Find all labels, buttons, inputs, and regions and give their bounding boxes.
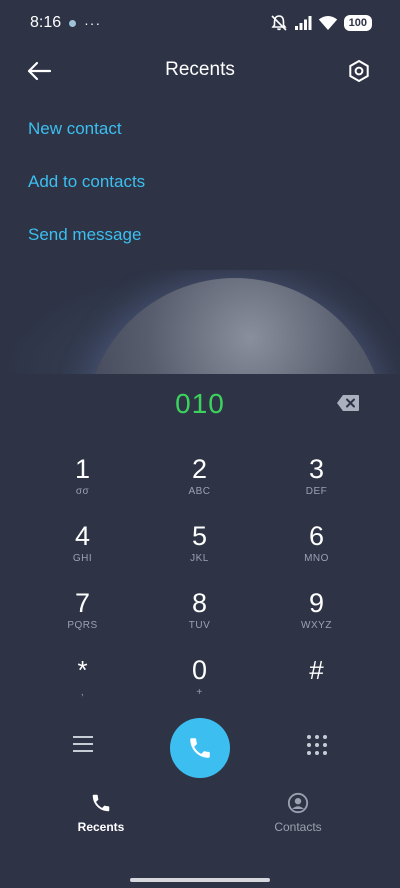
key-digit: 2	[191, 454, 208, 484]
key-letters: WXYZ	[301, 620, 332, 631]
settings-button[interactable]	[344, 56, 374, 86]
key-hash[interactable]: #	[258, 653, 375, 720]
dialer-screen: 8:16 ··· 100 Recents New contact Add to …	[0, 0, 400, 888]
key-digit: 5	[191, 521, 208, 551]
key-2[interactable]: 2 ABC	[141, 452, 258, 519]
dial-controls	[0, 716, 400, 778]
key-5[interactable]: 5 JKL	[141, 519, 258, 586]
add-to-contacts-link[interactable]: Add to contacts	[28, 163, 372, 216]
battery-indicator: 100	[343, 15, 372, 31]
key-digit: 8	[191, 588, 208, 618]
menu-icon[interactable]	[72, 734, 94, 754]
key-1[interactable]: 1 σσ	[24, 452, 141, 519]
key-star[interactable]: * ,	[24, 653, 141, 720]
key-3[interactable]: 3 DEF	[258, 452, 375, 519]
key-digit: 1	[74, 454, 91, 484]
key-letters: TUV	[188, 620, 211, 631]
back-button[interactable]	[24, 56, 54, 86]
status-left: 8:16 ···	[30, 14, 101, 32]
key-9[interactable]: 9 WXYZ	[258, 586, 375, 653]
key-7[interactable]: 7 PQRS	[24, 586, 141, 653]
key-letters: ABC	[188, 486, 211, 497]
key-digit: *	[77, 655, 88, 685]
key-8[interactable]: 8 TUV	[141, 586, 258, 653]
key-digit: 9	[308, 588, 325, 618]
key-letters: DEF	[305, 486, 328, 497]
key-letters: MNO	[304, 553, 329, 564]
key-letters: +	[196, 687, 203, 698]
page-title: Recents	[165, 59, 235, 80]
background-artwork	[0, 270, 400, 374]
key-letters: JKL	[190, 553, 209, 564]
dialpad-toggle-icon[interactable]	[306, 734, 328, 756]
send-message-link[interactable]: Send message	[28, 216, 372, 269]
key-letters: ,	[80, 687, 85, 698]
key-4[interactable]: 4 GHI	[24, 519, 141, 586]
status-bar: 8:16 ··· 100	[0, 0, 400, 46]
notification-icon	[69, 19, 77, 27]
key-6[interactable]: 6 MNO	[258, 519, 375, 586]
more-notifications-icon: ···	[84, 15, 102, 31]
call-button[interactable]	[170, 718, 230, 778]
globe-image	[85, 278, 385, 374]
key-digit: 7	[74, 588, 91, 618]
key-digit: #	[309, 655, 324, 685]
keypad: 1 σσ 2 ABC 3 DEF 4 GHI 5 JKL 6 MNO 7 PQR…	[24, 452, 376, 720]
key-letters: PQRS	[67, 620, 98, 631]
gear-icon	[349, 59, 369, 83]
signal-icon	[294, 16, 312, 30]
home-indicator[interactable]	[130, 878, 270, 882]
phone-icon	[92, 794, 110, 812]
wifi-icon	[318, 16, 337, 30]
dialpad: 010 1 σσ 2 ABC 3 DEF 4 GHI 5 JKL 6 MNO 7…	[0, 374, 400, 774]
bottom-navigation: Recents Contacts	[0, 792, 400, 848]
tab-label: Contacts	[274, 820, 322, 834]
person-circle-icon	[287, 792, 309, 814]
voicemail-icon: σσ	[75, 486, 90, 497]
tab-label: Recents	[77, 820, 125, 834]
key-letters: GHI	[72, 553, 93, 564]
key-digit: 6	[308, 521, 325, 551]
app-header: Recents	[0, 46, 400, 94]
key-0[interactable]: 0 +	[141, 653, 258, 720]
key-digit: 3	[308, 454, 325, 484]
tab-contacts[interactable]: Contacts	[238, 792, 358, 834]
status-time: 8:16	[30, 14, 62, 31]
arrow-left-icon	[27, 61, 52, 81]
silent-bell-icon	[271, 15, 287, 31]
number-actions: New contact Add to contacts Send message	[28, 110, 372, 269]
backspace-icon[interactable]	[336, 394, 360, 412]
phone-icon	[190, 738, 210, 758]
key-digit: 0	[191, 655, 208, 685]
tab-recents[interactable]: Recents	[41, 792, 161, 834]
key-digit: 4	[74, 521, 91, 551]
new-contact-link[interactable]: New contact	[28, 110, 372, 163]
status-right: 100	[270, 14, 372, 32]
